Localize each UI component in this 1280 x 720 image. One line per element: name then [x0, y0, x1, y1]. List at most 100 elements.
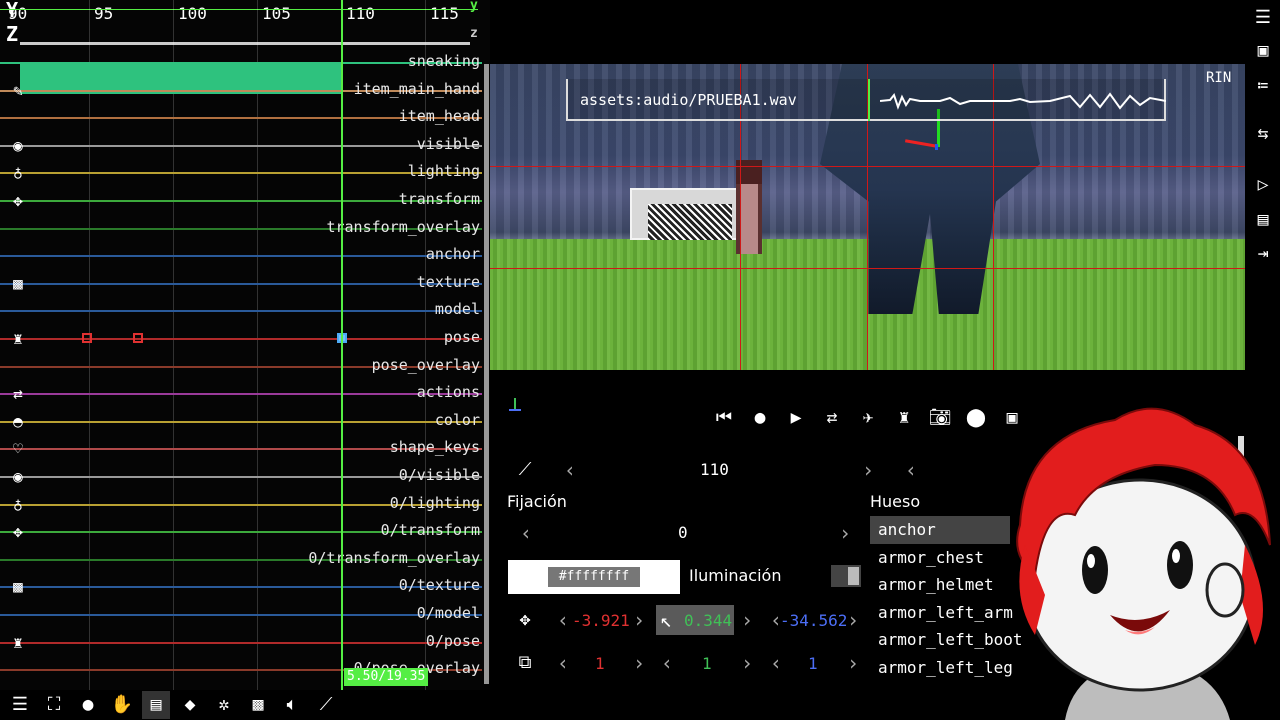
record-icon[interactable]: ●	[746, 404, 774, 432]
track-row[interactable]: ♁ 0/lighting	[0, 491, 490, 518]
track-row[interactable]: ♡ shape_keys	[0, 435, 490, 462]
track-row[interactable]: model	[0, 297, 490, 324]
track-row[interactable]: ♜ pose	[0, 325, 490, 352]
timeline-panel[interactable]: 90 95 100 105 110 115 Y Z y z sneaking ✎ i…	[0, 0, 490, 690]
track-row[interactable]: ✥ transform	[0, 187, 490, 214]
track-row[interactable]: sneaking	[0, 49, 490, 76]
playhead[interactable]	[341, 0, 343, 690]
track-label: 0/visible	[398, 466, 480, 484]
track-row[interactable]: ✥ 0/transform	[0, 518, 490, 545]
scale-y-next-arrow[interactable]: ›	[737, 651, 757, 675]
fixation-prev-arrow[interactable]: ‹	[516, 521, 536, 545]
scale-x-prev-arrow[interactable]: ‹	[553, 651, 573, 675]
tick-value[interactable]: 110	[700, 460, 729, 479]
timeline-scrollbar[interactable]	[484, 64, 489, 684]
pencil-icon: ✎	[13, 80, 23, 100]
loop-icon[interactable]: ⇄	[818, 404, 846, 432]
position-x-value[interactable]: -3.921	[572, 611, 630, 630]
scale-y-prev-arrow[interactable]: ‹	[657, 651, 677, 675]
airplane-icon[interactable]: ✈	[854, 404, 882, 432]
track-row[interactable]: ▩ 0/texture	[0, 573, 490, 600]
camera-icon[interactable]: 📷︎	[926, 404, 954, 432]
color-field[interactable]: #ffffffff	[508, 560, 680, 594]
track-label: 0/pose	[425, 631, 480, 650]
heart-icon: ♡	[13, 439, 23, 459]
lighting-toggle[interactable]	[831, 565, 861, 587]
ruler-z-line	[20, 42, 470, 45]
hand-icon[interactable]: ✋	[108, 691, 136, 719]
lightbulb-icon: ♁	[13, 163, 23, 183]
play-icon[interactable]: ▶	[782, 404, 810, 432]
step-back-icon[interactable]: ⏮︎	[710, 404, 738, 432]
pose-keyframe[interactable]	[82, 333, 92, 343]
sliders-icon[interactable]: ☰	[6, 691, 34, 719]
save-icon[interactable]: ▣	[1250, 38, 1276, 64]
track-row[interactable]: ⇄ actions	[0, 380, 490, 407]
scale-x-next-arrow[interactable]: ›	[629, 651, 649, 675]
export-icon[interactable]: ⇥	[1250, 241, 1276, 267]
scale-z-next-arrow[interactable]: ›	[843, 651, 863, 675]
scale-y-value[interactable]: 1	[702, 654, 712, 673]
position-y-value[interactable]: 0.344	[684, 611, 732, 630]
film-icon[interactable]: ▤	[142, 691, 170, 719]
position-x-prev-arrow[interactable]: ‹	[553, 608, 573, 632]
track-row[interactable]: ◉ visible	[0, 132, 490, 159]
right-toolbar: ☰ ▣ ≔ ⇆ ▷ ▤ ⇥	[1245, 0, 1280, 270]
user-icon[interactable]: ●	[74, 691, 102, 719]
track-row[interactable]: ♜ 0/pose	[0, 629, 490, 656]
track-line	[0, 393, 482, 396]
track-label: transform	[398, 190, 480, 208]
streamer-avatar	[1016, 407, 1271, 720]
graph-icon[interactable]: ⟋	[512, 457, 538, 483]
sphere-icon[interactable]: ⬤	[962, 404, 990, 432]
track-row[interactable]: ♁ lighting	[0, 159, 490, 186]
time-readout: 5.50/19.35	[344, 668, 429, 686]
speaker-icon[interactable]: 🔈︎	[278, 691, 306, 719]
3d-viewport[interactable]: assets:audio/PRUEBA1.wav RIN	[490, 64, 1245, 370]
swap-icon[interactable]: ⇆	[1250, 121, 1276, 147]
secondary-prev-arrow[interactable]: ‹	[901, 458, 921, 482]
tick-next-arrow[interactable]: ›	[858, 458, 878, 482]
gizmo-z-axis[interactable]	[935, 144, 938, 150]
track-label: texture	[416, 272, 480, 291]
position-z-next-arrow[interactable]: ›	[843, 608, 863, 632]
play-outline-icon[interactable]: ▷	[1250, 172, 1276, 198]
track-label: pose	[443, 328, 480, 346]
frame-icon[interactable]: ⛶	[40, 691, 68, 719]
pose-keyframe[interactable]	[133, 333, 143, 343]
audio-track-overlay[interactable]: assets:audio/PRUEBA1.wav	[566, 79, 1166, 121]
position-x-next-arrow[interactable]: ›	[629, 608, 649, 632]
track-row[interactable]: 0/model	[0, 601, 490, 628]
fixation-value[interactable]: 0	[678, 523, 688, 542]
track-row[interactable]: pose_overlay	[0, 353, 490, 380]
tick-prev-arrow[interactable]: ‹	[560, 458, 580, 482]
track-row[interactable]: ✎ item_main_hand	[0, 77, 490, 104]
menu-icon[interactable]: ☰	[1250, 5, 1276, 31]
figure-icon[interactable]: ♜	[890, 404, 918, 432]
position-y-next-arrow[interactable]: ›	[737, 608, 757, 632]
graph-icon[interactable]: ⟋	[312, 691, 340, 719]
track-row[interactable]: ◉ 0/visible	[0, 463, 490, 490]
lightbulb-icon: ♁	[13, 494, 23, 514]
scale-z-value[interactable]: 1	[808, 654, 818, 673]
scale-x-value[interactable]: 1	[595, 654, 605, 673]
figure-icon: ♜	[13, 329, 23, 348]
scale-z-prev-arrow[interactable]: ‹	[766, 651, 786, 675]
move-arrows-icon: ✥	[519, 609, 531, 630]
track-row[interactable]: transform_overlay	[0, 215, 490, 242]
track-row[interactable]: ▩ texture	[0, 270, 490, 297]
track-row[interactable]: 0/transform_overlay	[0, 546, 490, 573]
track-row[interactable]: item_head	[0, 104, 490, 131]
track-row[interactable]: anchor	[0, 242, 490, 269]
gear-icon[interactable]: ✲	[210, 691, 238, 719]
list-icon[interactable]: ≔	[1250, 73, 1276, 99]
fixation-next-arrow[interactable]: ›	[835, 521, 855, 545]
track-row[interactable]: ◓ color	[0, 408, 490, 435]
cube-icon[interactable]: ◆	[176, 691, 204, 719]
checker-icon[interactable]: ▩	[244, 691, 272, 719]
timeline-ruler[interactable]: 90 95 100 105 110 115 Y Z y z	[0, 0, 490, 50]
clapper-icon[interactable]: ▤	[1250, 207, 1276, 233]
position-z-value[interactable]: -34.562	[780, 611, 847, 630]
bone-item[interactable]: anchor	[870, 516, 1010, 544]
track-label: 0/model	[416, 604, 480, 622]
